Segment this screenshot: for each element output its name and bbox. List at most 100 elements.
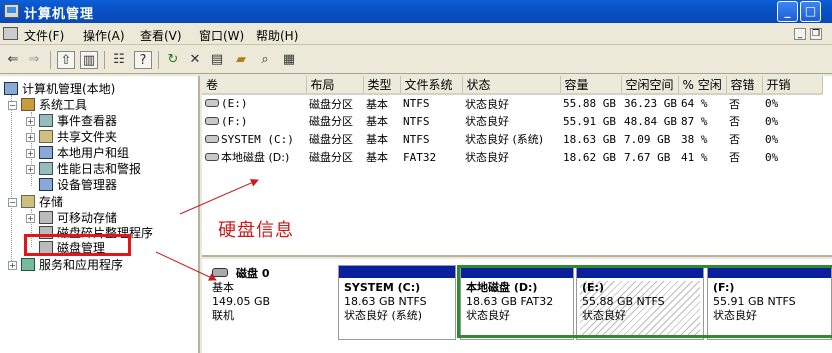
partition-size: 18.63 GB NTFS [344, 295, 427, 308]
table-row[interactable]: 本地磁盘 (D:) 磁盘分区 基本 FAT32 状态良好 18.62 GB 7.… [202, 148, 822, 166]
col-header-filesystem[interactable]: 文件系统 [400, 76, 463, 95]
cell-free-space: 36.23 GB [624, 97, 677, 110]
tree-item-storage[interactable]: − 存储 [8, 193, 63, 209]
expand-icon[interactable]: + [26, 133, 35, 142]
col-header-capacity[interactable]: 容量 [560, 76, 622, 95]
col-header-free-space[interactable]: 空闲空间 [621, 76, 679, 95]
cell-fault-tolerance: 否 [729, 97, 740, 111]
cell-filesystem: NTFS [403, 114, 430, 128]
table-row[interactable]: SYSTEM (C:) 磁盘分区 基本 NTFS 状态良好 (系统) 18.63… [202, 130, 822, 148]
cell-capacity: 18.62 GB [563, 150, 616, 164]
expand-icon[interactable]: + [8, 261, 17, 270]
col-header-overhead[interactable]: 开销 [762, 76, 823, 95]
tree-item-device-manager[interactable]: 设备管理器 [39, 176, 117, 192]
disk-management-highlight [24, 234, 131, 256]
expand-icon[interactable]: + [26, 117, 35, 126]
annotation-text: 硬盘信息 [218, 220, 294, 241]
cell-filesystem: FAT32 [403, 150, 437, 164]
col-header-layout[interactable]: 布局 [306, 76, 364, 95]
system-menu-icon[interactable] [3, 27, 18, 40]
properties-icon[interactable]: ☷ [110, 51, 128, 69]
cell-type: 基本 [366, 133, 388, 146]
cell-fault-tolerance: 否 [729, 115, 740, 128]
tree-item-removable-storage[interactable]: + 可移动存储 [26, 209, 117, 225]
extended-partition-border [457, 265, 832, 338]
cell-percent-free: 38 % [681, 132, 708, 146]
menu-help[interactable]: 帮助(H) [256, 27, 298, 44]
col-header-volume[interactable]: 卷 [202, 76, 307, 95]
partition-name: SYSTEM (C:) [344, 281, 421, 294]
tree-label: 性能日志和警报 [57, 162, 142, 176]
volume-name: (F:) [221, 114, 248, 128]
table-row[interactable]: (E:) 磁盘分区 基本 NTFS 状态良好 55.88 GB 36.23 GB… [202, 94, 822, 112]
export-icon[interactable]: ▤ [208, 51, 226, 69]
forward-icon[interactable]: ⇒ [25, 51, 43, 69]
delete-icon[interactable]: ✕ [186, 51, 204, 69]
menu-bar: 文件(F) 操作(A) 查看(V) 窗口(W) 帮助(H) _ ❐ [0, 23, 832, 45]
partition-c[interactable]: SYSTEM (C:) 18.63 GB NTFS 状态良好 (系统) [338, 265, 456, 340]
toolbar-separator [158, 51, 159, 69]
open-icon[interactable]: ▰ [232, 51, 250, 69]
menu-window[interactable]: 窗口(W) [199, 27, 244, 44]
collapse-icon[interactable]: − [8, 101, 17, 110]
col-header-percent-free[interactable]: % 空闲 [678, 76, 727, 95]
device-manager-icon [39, 178, 53, 191]
cell-capacity: 55.91 GB [563, 114, 616, 128]
expand-icon[interactable]: + [26, 149, 35, 158]
tree-item-system-tools[interactable]: − 系统工具 [8, 96, 87, 112]
up-folder-icon[interactable]: ⇧ [57, 51, 75, 69]
partition-bar [339, 266, 455, 278]
tree-root[interactable]: 计算机管理(本地) [4, 80, 115, 96]
tree-item-local-users[interactable]: + 本地用户和组 [26, 144, 129, 160]
col-header-fault-tolerance[interactable]: 容错 [726, 76, 763, 95]
cell-overhead: 0% [765, 114, 779, 128]
tree-item-services[interactable]: + 服务和应用程序 [8, 256, 123, 272]
performance-icon [39, 162, 53, 175]
search-icon[interactable]: ⌕ [256, 51, 274, 69]
mdi-restore-button[interactable]: ❐ [810, 28, 822, 40]
cell-status: 状态良好 [465, 97, 509, 111]
tree-label: 服务和应用程序 [39, 258, 124, 272]
col-header-status[interactable]: 状态 [462, 76, 561, 95]
tree-item-event-viewer[interactable]: + 事件查看器 [26, 112, 117, 128]
tree-item-shared-folders[interactable]: + 共享文件夹 [26, 128, 117, 144]
disk-name: 磁盘 0 [236, 267, 270, 280]
tree-item-perf-logs[interactable]: + 性能日志和警报 [26, 160, 141, 176]
tree-label: 事件查看器 [57, 114, 118, 128]
mdi-minimize-button[interactable]: _ [794, 28, 806, 40]
expand-icon[interactable]: + [26, 214, 35, 223]
volume-list: 卷 布局 类型 文件系统 状态 容量 空闲空间 % 空闲 容错 开销 (E:) … [202, 76, 832, 257]
tree-label: 本地用户和组 [57, 146, 130, 160]
show-hide-tree-icon[interactable]: ▥ [80, 51, 98, 69]
expand-icon[interactable]: + [26, 165, 35, 174]
cell-volume: 本地磁盘 (D:) [202, 148, 306, 166]
minimize-button[interactable]: _ [777, 1, 798, 22]
table-row[interactable]: (F:) 磁盘分区 基本 NTFS 状态良好 55.91 GB 48.84 GB… [202, 112, 822, 130]
cell-filesystem: NTFS [403, 132, 430, 146]
cell-layout: 磁盘分区 [309, 133, 353, 146]
tree-label: 共享文件夹 [57, 130, 118, 144]
cell-free-space: 48.84 GB [624, 114, 677, 128]
cell-capacity: 18.63 GB [563, 132, 616, 146]
volume-name: SYSTEM (C:) [221, 132, 294, 146]
cell-percent-free: 64 % [681, 97, 708, 110]
cell-layout: 磁盘分区 [309, 151, 353, 164]
tree-label: 设备管理器 [57, 178, 118, 192]
tree-label: 存储 [39, 195, 64, 209]
config-icon[interactable]: ▦ [280, 51, 298, 69]
cell-percent-free: 41 % [681, 150, 708, 164]
collapse-icon[interactable]: − [8, 198, 17, 207]
cell-layout: 磁盘分区 [309, 97, 353, 111]
cell-fault-tolerance: 否 [729, 151, 740, 164]
refresh-icon[interactable]: ↻ [164, 51, 182, 69]
maximize-button[interactable]: □ [800, 1, 821, 22]
back-icon[interactable]: ⇐ [4, 51, 22, 69]
col-header-type[interactable]: 类型 [363, 76, 401, 95]
menu-file[interactable]: 文件(F) [24, 27, 64, 44]
menu-view[interactable]: 查看(V) [140, 27, 182, 44]
volume-icon [205, 134, 219, 143]
menu-action[interactable]: 操作(A) [83, 27, 125, 44]
window-title: 计算机管理 [24, 7, 95, 22]
help-icon[interactable]: ? [134, 51, 152, 69]
services-icon [21, 258, 35, 271]
